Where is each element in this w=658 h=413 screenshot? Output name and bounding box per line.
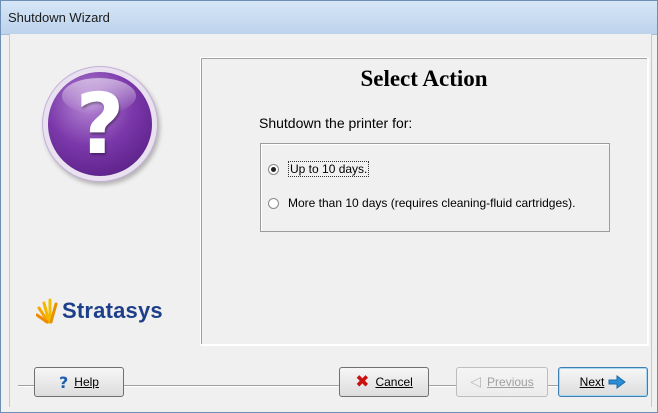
back-arrow-icon: ◁ (470, 374, 482, 390)
cancel-button[interactable]: ✖ Cancel (339, 367, 429, 397)
next-button[interactable]: Next (558, 367, 648, 397)
option-up-to-10-days[interactable]: Up to 10 days. (268, 161, 370, 177)
option-label-more-than-10-days: More than 10 days (requires cleaning-flu… (288, 196, 576, 210)
cancel-button-label: Cancel (375, 375, 413, 389)
previous-button-label: Previous (487, 375, 534, 389)
radio-more-than-10-days[interactable] (268, 197, 279, 209)
stratasys-logo: Stratasys (36, 298, 163, 324)
question-mark-icon: ? (59, 372, 69, 392)
help-question-icon: ? (48, 72, 152, 176)
page-title: Select Action (360, 66, 488, 91)
help-button-label: Help (74, 375, 99, 389)
action-panel: Select Action Shutdown the printer for: … (200, 57, 648, 345)
radio-up-to-10-days[interactable] (268, 163, 279, 175)
red-x-icon: ✖ (355, 372, 370, 392)
brand-name: Stratasys (62, 298, 163, 323)
side-panel: ? Stratasys (10, 34, 194, 342)
shutdown-wizard-window: Shutdown Wizard ? Stratasys Select Actio… (0, 0, 658, 413)
stratasys-burst-icon (36, 298, 58, 324)
option-more-than-10-days[interactable]: More than 10 days (requires cleaning-flu… (268, 196, 575, 210)
window-title: Shutdown Wizard (8, 10, 110, 25)
previous-button[interactable]: ◁ Previous (456, 367, 548, 397)
shutdown-prompt: Shutdown the printer for: (259, 115, 413, 131)
next-button-label: Next (579, 375, 605, 389)
help-button[interactable]: ? Help (34, 367, 124, 397)
forward-arrow-icon (608, 375, 627, 389)
option-label-up-to-10-days: Up to 10 days. (288, 161, 370, 177)
options-group: Up to 10 days. More than 10 days (requir… (260, 143, 610, 232)
wizard-body: ? Stratasys Select Action Shutdown the p… (9, 34, 652, 407)
title-bar[interactable]: Shutdown Wizard (1, 1, 657, 35)
question-glyph: ? (75, 75, 125, 173)
